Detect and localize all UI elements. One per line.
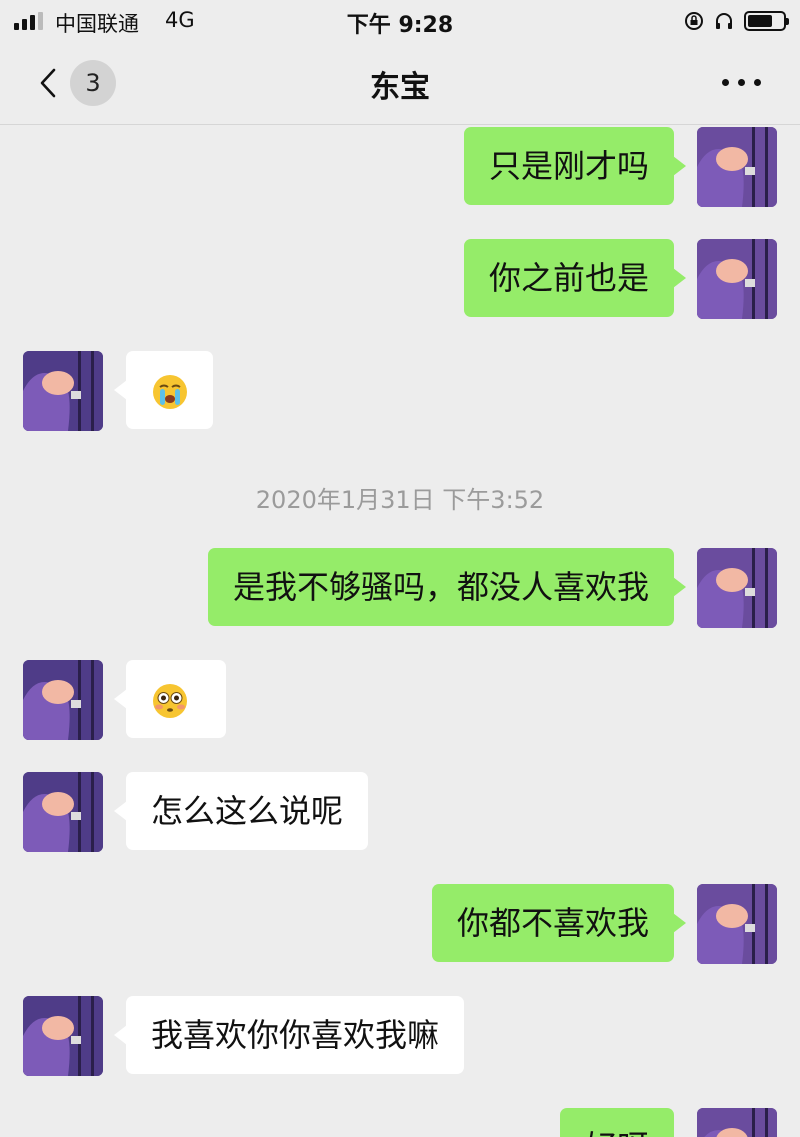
message-bubble[interactable]: 你都不喜欢我 [431,884,687,962]
self-avatar[interactable] [697,1108,777,1137]
contact-avatar[interactable] [23,660,103,740]
avatar-image [697,239,777,319]
message-bubble[interactable] [114,351,213,429]
chat-header: 3 东宝 [0,42,800,125]
message-list[interactable]: 只是刚才吗 你之前也是 2020年1月31日 下午3:52 是我不够骚吗，都没人… [0,125,800,1137]
battery-level-fill [748,15,772,27]
chat-title: 东宝 [370,70,430,105]
headphones-icon [716,13,732,29]
self-avatar[interactable] [697,548,777,628]
self-avatar[interactable] [697,127,777,207]
message-bubble[interactable]: 你之前也是 [463,239,687,317]
avatar-image [23,660,103,740]
message-bubble[interactable]: 我喜欢你你喜欢我嘛 [113,996,465,1074]
message-bubble[interactable]: 好呀 [559,1108,674,1137]
avatar-image [23,772,103,852]
status-icons [684,9,789,33]
avatar-image [23,996,103,1076]
battery-icon [744,11,789,31]
rotation-lock-icon [685,12,703,30]
chat-timestamp: 2020年1月31日 下午3:52 [255,486,545,514]
message-bubble[interactable]: 是我不够骚吗，都没人喜欢我 [207,548,687,626]
status-bar: 中国联通 4G 下午 9:28 [0,0,800,42]
message-bubble[interactable]: 只是刚才吗 [463,127,687,205]
avatar-image [697,884,777,964]
crying-face-icon [153,375,187,409]
status-time: 下午 9:28 [346,13,454,38]
flushed-face-icon [153,684,187,718]
more-options-button[interactable] [722,72,762,92]
message-bubble[interactable] [114,660,226,738]
contact-avatar[interactable] [23,351,103,431]
self-avatar[interactable] [697,239,777,319]
contact-avatar[interactable] [23,772,103,852]
avatar-image [697,548,777,628]
self-avatar[interactable] [697,884,777,964]
avatar-image [23,351,103,431]
avatar-image [697,127,777,207]
message-bubble[interactable]: 怎么这么说呢 [113,772,369,850]
contact-avatar[interactable] [23,996,103,1076]
avatar-image [697,1108,777,1137]
